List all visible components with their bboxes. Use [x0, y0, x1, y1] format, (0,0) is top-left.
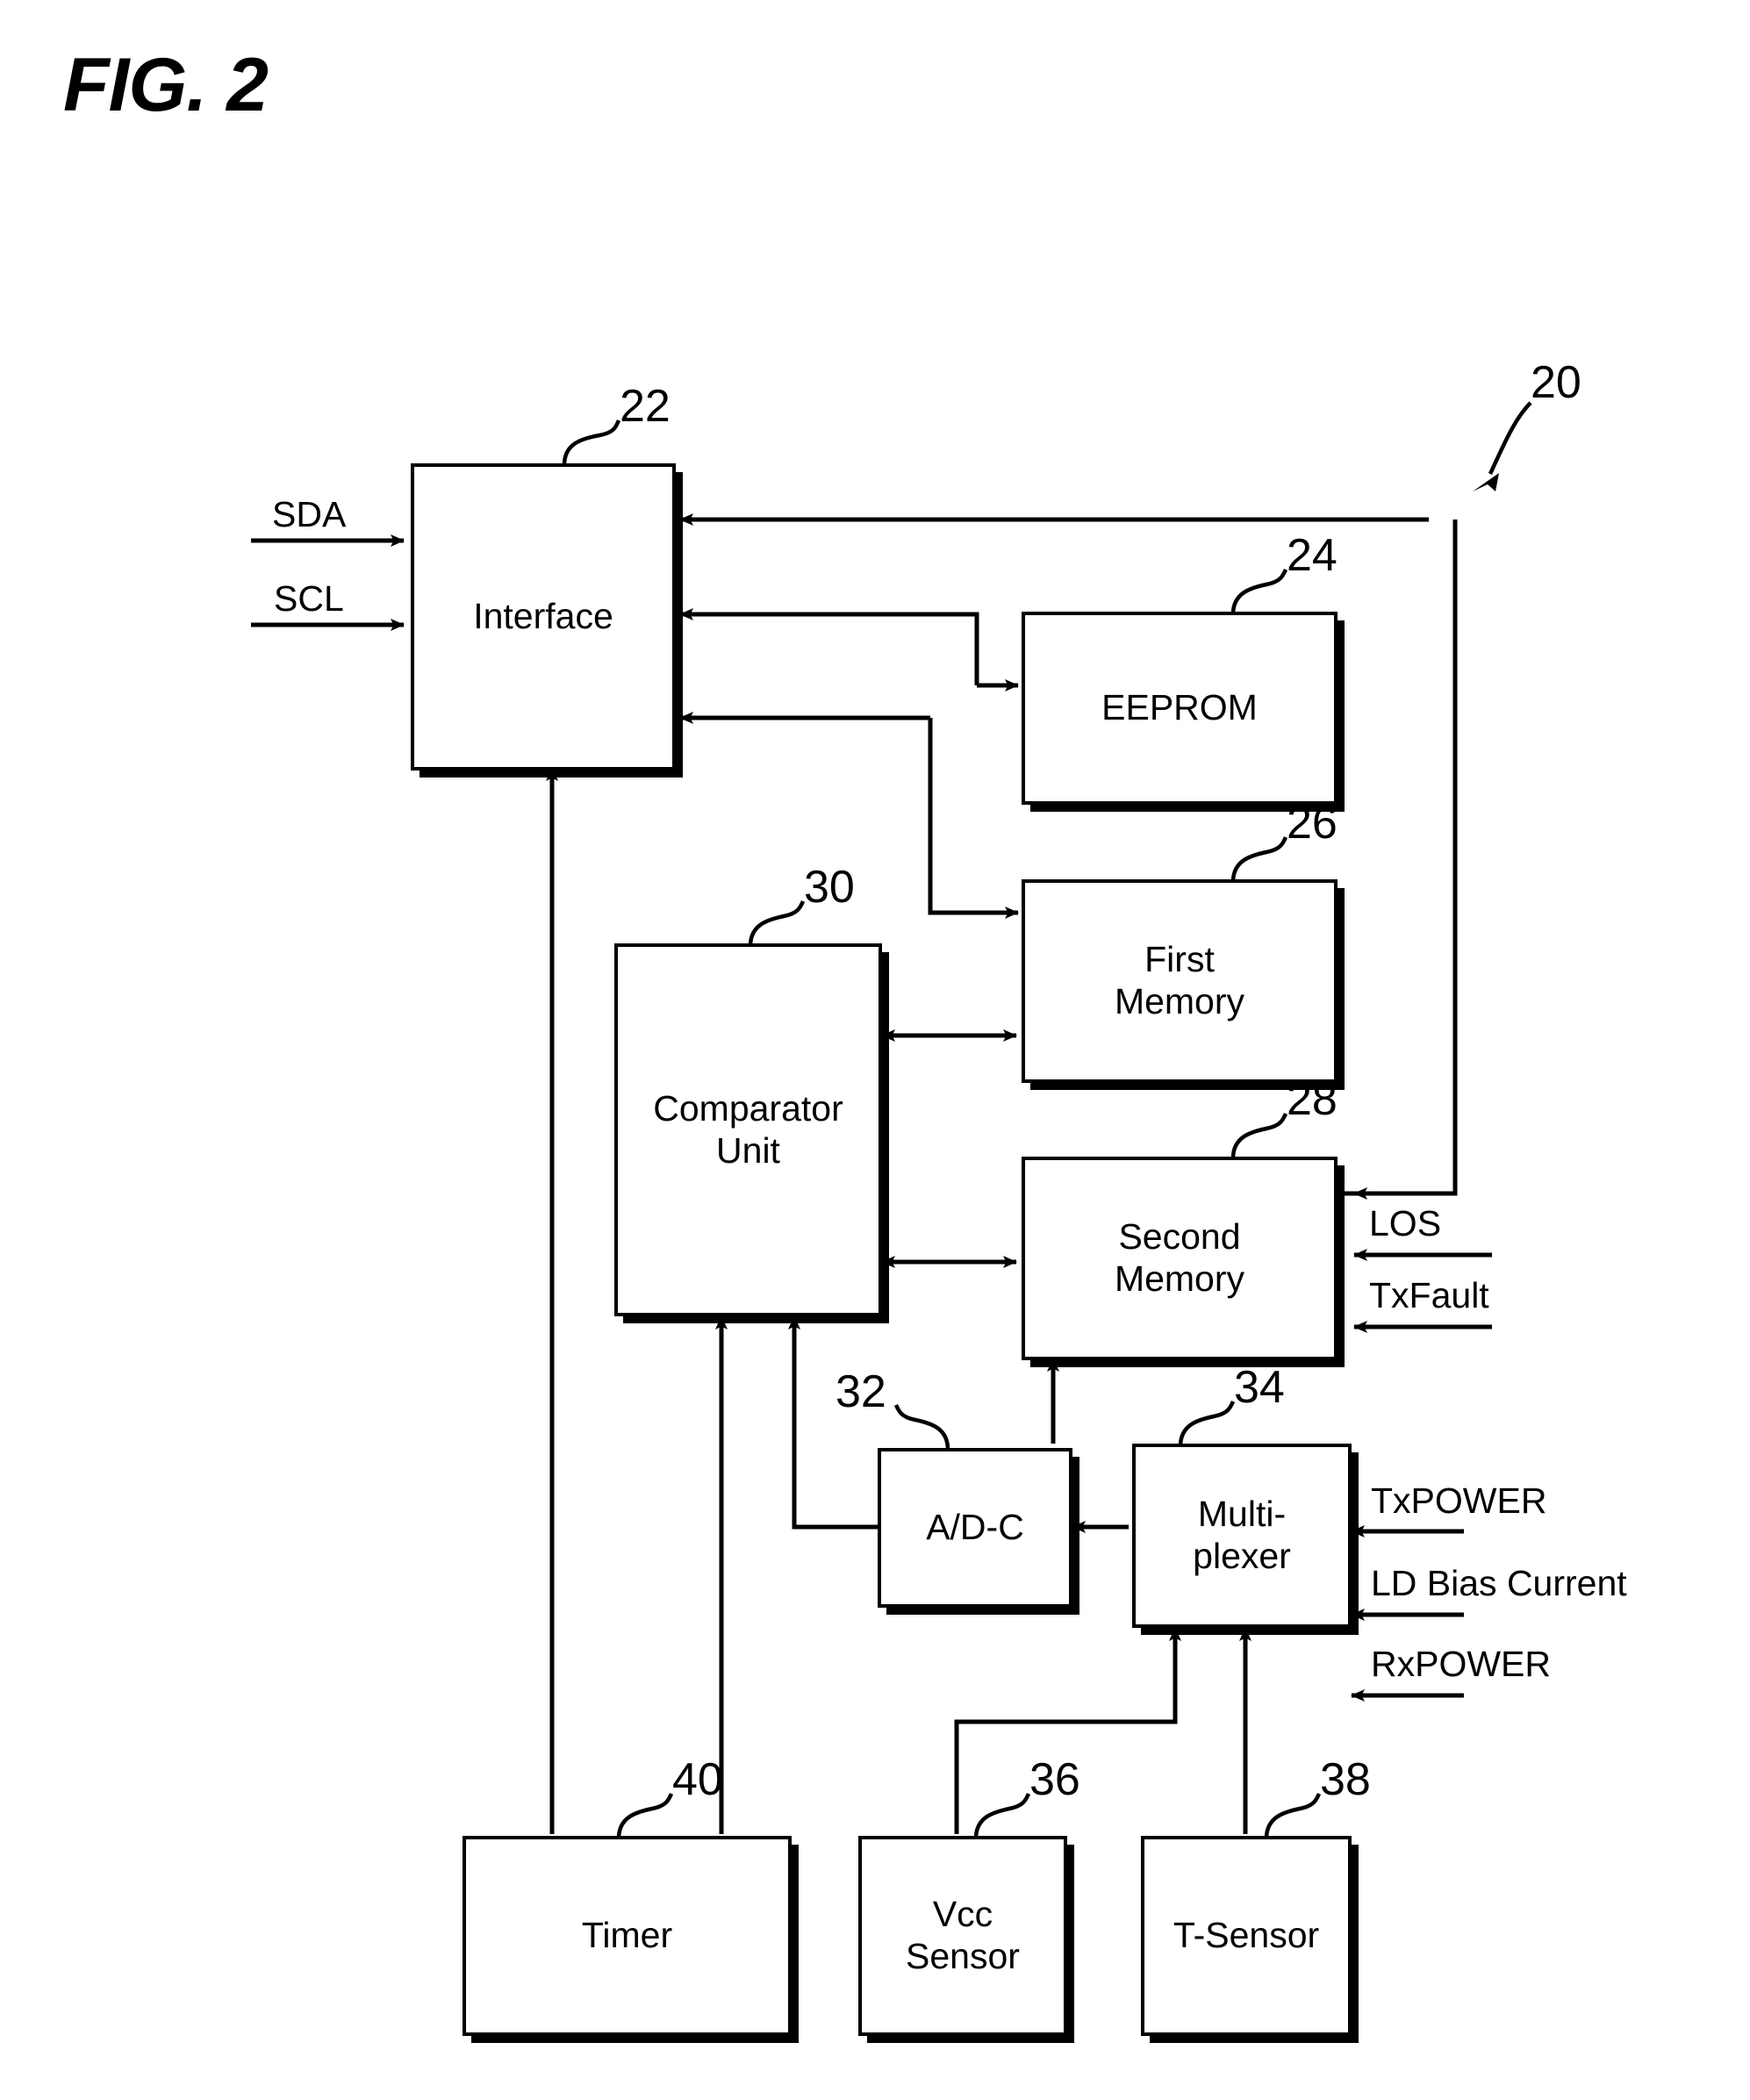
block-timer[interactable]: Timer — [463, 1836, 792, 2036]
label-sda: SDA — [272, 494, 347, 534]
eeprom-ref-leader — [1230, 569, 1288, 615]
block-first-memory-label: First Memory — [1114, 939, 1245, 1021]
ref-system-20: 20 — [1531, 357, 1581, 408]
multiplexer-ref-leader — [1178, 1401, 1236, 1447]
block-eeprom-label: EEPROM — [1101, 687, 1258, 728]
ref-vcc-sensor-36: 36 — [1029, 1754, 1080, 1805]
interface-to-eeprom-wire — [676, 612, 979, 685]
ref-eeprom-24: 24 — [1287, 530, 1338, 581]
ref-second-memory-28: 28 — [1287, 1074, 1338, 1125]
block-adc-label: A/D-C — [926, 1507, 1024, 1548]
figure-title: FIG. 2 — [63, 43, 269, 127]
adc-ref-leader — [893, 1404, 950, 1451]
label-scl: SCL — [274, 578, 344, 619]
label-txpower: TxPOWER — [1371, 1480, 1547, 1521]
secondmemory-ref-leader — [1230, 1113, 1288, 1159]
vccsensor-to-multiplexer-wire — [954, 1641, 1178, 1834]
interface-ref-leader — [562, 419, 621, 466]
ref-comparator-30: 30 — [804, 862, 855, 913]
ref-multiplexer-34: 34 — [1234, 1362, 1285, 1413]
block-multiplexer[interactable]: Multi- plexer — [1132, 1444, 1352, 1628]
comparator-ref-leader — [748, 900, 806, 947]
vccsensor-ref-leader — [973, 1793, 1031, 1839]
system-ref-leader — [1488, 401, 1532, 475]
label-rxpower: RxPOWER — [1371, 1644, 1551, 1684]
block-interface-label: Interface — [473, 596, 613, 637]
ref-adc-32: 32 — [836, 1366, 886, 1417]
label-txfault: TxFault — [1369, 1275, 1489, 1315]
block-first-memory[interactable]: First Memory — [1022, 879, 1338, 1083]
system-ref-arrowhead — [1473, 473, 1499, 491]
patent-figure-page: FIG. 2 Interface EEPROM First Memory Sec… — [0, 0, 1750, 2100]
block-multiplexer-label: Multi- plexer — [1193, 1494, 1291, 1576]
ref-first-memory-26: 26 — [1287, 798, 1338, 849]
block-comparator-unit-label: Comparator Unit — [653, 1087, 843, 1171]
ref-interface-22: 22 — [620, 381, 671, 432]
block-comparator-unit[interactable]: Comparator Unit — [614, 943, 882, 1316]
label-ld-bias-current: LD Bias Current — [1371, 1563, 1627, 1603]
block-second-memory[interactable]: Second Memory — [1022, 1157, 1338, 1360]
firstmemory-ref-leader — [1230, 836, 1288, 883]
secondmemory-to-interface-feedback — [1341, 520, 1458, 1196]
block-interface[interactable]: Interface — [411, 463, 676, 770]
block-t-sensor-label: T-Sensor — [1173, 1915, 1320, 1956]
ref-timer-40: 40 — [672, 1754, 723, 1805]
block-second-memory-label: Second Memory — [1114, 1216, 1245, 1299]
ref-t-sensor-38: 38 — [1320, 1754, 1371, 1805]
label-los: LOS — [1369, 1203, 1442, 1244]
block-timer-label: Timer — [581, 1915, 673, 1956]
interface-to-first-memory-wire — [928, 718, 1019, 919]
block-eeprom[interactable]: EEPROM — [1022, 612, 1338, 805]
adc-to-comparator-wire — [788, 1315, 878, 1530]
timer-ref-leader — [616, 1793, 674, 1839]
block-vcc-sensor-label: Vcc Sensor — [906, 1894, 1020, 1976]
block-vcc-sensor[interactable]: Vcc Sensor — [858, 1836, 1067, 2036]
block-adc[interactable]: A/D-C — [878, 1448, 1072, 1608]
tsensor-ref-leader — [1264, 1793, 1322, 1839]
block-t-sensor[interactable]: T-Sensor — [1141, 1836, 1352, 2036]
